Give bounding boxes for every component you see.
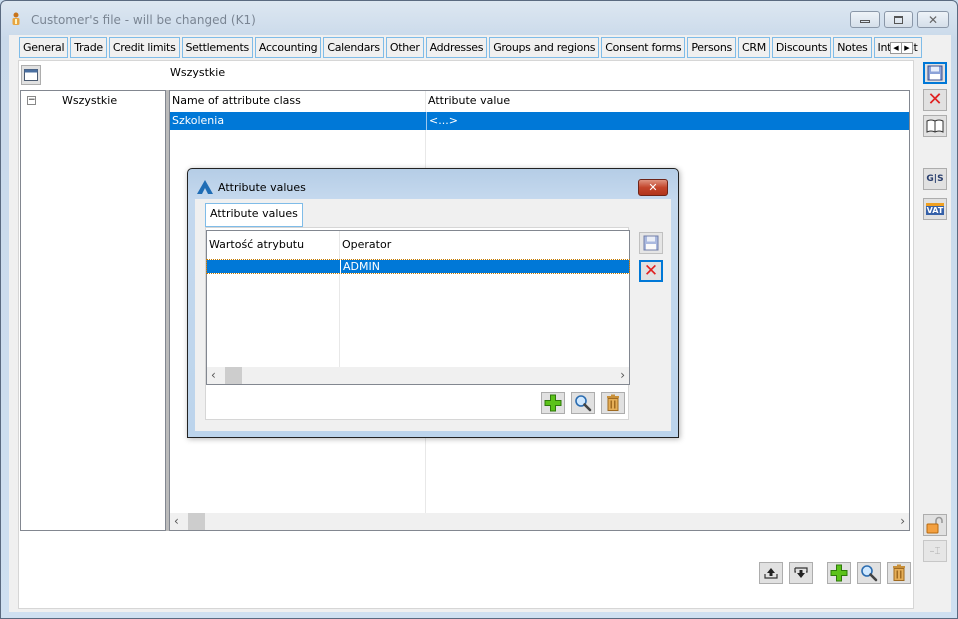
dialog-client: Wartość atrybutu Operator ADMIN ‹ › Attr… bbox=[195, 199, 671, 431]
scroll-thumb[interactable] bbox=[188, 513, 205, 530]
tab-discounts[interactable]: Discounts bbox=[771, 37, 832, 58]
import-button[interactable] bbox=[789, 562, 813, 584]
tab-bar: General Trade Credit limits Settlements … bbox=[19, 37, 922, 58]
tab-crm[interactable]: CRM bbox=[737, 37, 770, 58]
dialog-horizontal-scrollbar[interactable]: ‹ › bbox=[207, 367, 629, 384]
tree-item-wszystkie[interactable]: − Wszystkie bbox=[27, 94, 117, 107]
pin-icon: –⌶ bbox=[929, 545, 941, 557]
gus-icon: G|S bbox=[926, 174, 944, 184]
close-icon: ✕ bbox=[648, 181, 658, 194]
tab-settlements[interactable]: Settlements bbox=[181, 37, 253, 58]
cell-attribute-value[interactable]: <...> bbox=[426, 112, 909, 130]
dialog-panel: Wartość atrybutu Operator ADMIN ‹ › bbox=[205, 227, 630, 420]
tab-calendars[interactable]: Calendars bbox=[323, 37, 384, 58]
save-icon bbox=[927, 65, 943, 81]
close-button[interactable]: ✕ bbox=[917, 11, 949, 28]
customer-icon bbox=[12, 12, 20, 25]
column-header-attribute-value[interactable]: Wartość atrybutu bbox=[207, 231, 340, 259]
cell-attribute-value[interactable] bbox=[207, 260, 340, 273]
save-button[interactable] bbox=[923, 62, 947, 84]
dialog-cancel-button[interactable]: ✕ bbox=[639, 260, 663, 282]
vat-icon: VAT bbox=[925, 203, 945, 215]
dialog-save-button[interactable] bbox=[639, 232, 663, 254]
book-icon bbox=[926, 119, 944, 133]
cancel-icon: ✕ bbox=[927, 89, 943, 110]
grid-horizontal-scrollbar[interactable]: ‹ › bbox=[170, 513, 909, 530]
dialog-add-button[interactable] bbox=[541, 392, 565, 414]
tab-other[interactable]: Other bbox=[385, 37, 424, 58]
dialog-delete-button[interactable] bbox=[601, 392, 625, 414]
scroll-left-icon[interactable]: ‹ bbox=[174, 514, 179, 528]
download-icon bbox=[794, 567, 808, 578]
tab-scroll: ◀ ▶ bbox=[890, 42, 913, 54]
scroll-thumb[interactable] bbox=[225, 367, 242, 384]
filter-label: Wszystkie bbox=[170, 66, 226, 79]
grid-header: Name of attribute class Attribute value bbox=[170, 91, 909, 111]
vat-button[interactable]: VAT bbox=[923, 198, 947, 220]
tab-groups-and-regions[interactable]: Groups and regions bbox=[489, 37, 600, 58]
dialog-grid-header: Wartość atrybutu Operator bbox=[207, 231, 629, 259]
tab-persons[interactable]: Persons bbox=[687, 37, 736, 58]
toggle-tree-button[interactable] bbox=[21, 65, 41, 85]
app-logo-icon bbox=[197, 180, 213, 194]
column-header-operator[interactable]: Operator bbox=[340, 231, 629, 259]
cancel-icon: ✕ bbox=[643, 260, 659, 281]
save-icon bbox=[643, 235, 659, 251]
gus-button[interactable]: G|S bbox=[923, 168, 947, 190]
scroll-left-icon[interactable]: ‹ bbox=[211, 368, 216, 382]
window-title: Customer's file - will be changed (K1) bbox=[31, 13, 256, 27]
add-button[interactable] bbox=[827, 562, 851, 584]
attribute-values-grid: Wartość atrybutu Operator ADMIN ‹ › bbox=[206, 230, 630, 385]
attribute-values-dialog: Attribute values ✕ Wartość atrybutu Oper… bbox=[187, 168, 679, 438]
table-row[interactable]: ADMIN bbox=[206, 259, 630, 274]
dialog-close-button[interactable]: ✕ bbox=[638, 179, 668, 196]
table-row[interactable]: Szkolenia <...> bbox=[170, 112, 909, 130]
tab-consent-forms[interactable]: Consent forms bbox=[601, 37, 686, 58]
trash-icon bbox=[893, 564, 905, 581]
scroll-right-icon[interactable]: › bbox=[620, 368, 625, 382]
column-header-class[interactable]: Name of attribute class bbox=[170, 91, 426, 111]
title-bar: Customer's file - will be changed (K1) ✕ bbox=[1, 1, 957, 35]
cell-class-name: Szkolenia bbox=[172, 114, 225, 127]
plus-icon bbox=[830, 564, 848, 582]
cancel-button[interactable]: ✕ bbox=[923, 89, 947, 111]
tab-notes[interactable]: Notes bbox=[833, 37, 872, 58]
collapse-icon[interactable]: − bbox=[27, 96, 36, 105]
dialog-view-button[interactable] bbox=[571, 392, 595, 414]
tab-trade[interactable]: Trade bbox=[70, 37, 107, 58]
upload-icon bbox=[764, 568, 778, 579]
plus-icon bbox=[544, 394, 562, 412]
search-icon bbox=[575, 395, 592, 412]
tab-addresses[interactable]: Addresses bbox=[425, 37, 488, 58]
tab-credit-limits[interactable]: Credit limits bbox=[108, 37, 180, 58]
tab-accounting[interactable]: Accounting bbox=[254, 37, 322, 58]
minimize-button[interactable] bbox=[850, 11, 880, 28]
column-header-value[interactable]: Attribute value bbox=[426, 91, 909, 111]
trash-icon bbox=[607, 394, 619, 411]
window-panel-icon bbox=[24, 69, 38, 81]
maximize-button[interactable] bbox=[884, 11, 913, 28]
cell-operator: ADMIN bbox=[340, 260, 629, 273]
export-button[interactable] bbox=[759, 562, 783, 584]
tab-general[interactable]: General bbox=[19, 37, 69, 58]
maximize-icon bbox=[894, 15, 903, 24]
dialog-tab-attribute-values[interactable]: Attribute values bbox=[205, 203, 303, 227]
minimize-icon bbox=[860, 20, 870, 23]
delete-button[interactable] bbox=[887, 562, 911, 584]
lock-button[interactable] bbox=[923, 514, 947, 536]
book-button[interactable] bbox=[923, 115, 947, 137]
tab-scroll-right-icon[interactable]: ▶ bbox=[902, 43, 912, 53]
class-tree: − Wszystkie bbox=[20, 90, 166, 531]
view-button[interactable] bbox=[857, 562, 881, 584]
unlock-icon bbox=[926, 516, 943, 534]
dialog-title: Attribute values bbox=[218, 181, 306, 194]
scroll-right-icon[interactable]: › bbox=[900, 514, 905, 528]
pin-button[interactable]: –⌶ bbox=[923, 540, 947, 562]
close-icon: ✕ bbox=[927, 12, 939, 27]
tree-item-label: Wszystkie bbox=[62, 94, 118, 107]
tab-scroll-left-icon[interactable]: ◀ bbox=[891, 43, 902, 53]
search-icon bbox=[861, 565, 878, 582]
